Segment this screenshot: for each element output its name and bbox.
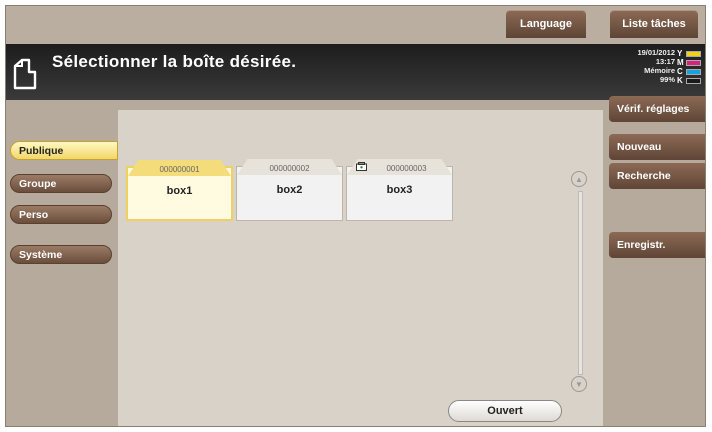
- box-number: 000000002: [269, 164, 310, 173]
- status-date: 19/01/2012: [637, 48, 675, 57]
- new-box-button[interactable]: Nouveau: [609, 134, 705, 160]
- toner-letter: K: [677, 76, 683, 85]
- language-button[interactable]: Language: [506, 10, 586, 38]
- status-memory-value: 99%: [659, 75, 675, 84]
- box-name: box1: [166, 185, 193, 197]
- toner-letter: Y: [677, 49, 683, 58]
- toner-bar-cyan: [686, 68, 701, 75]
- search-button[interactable]: Recherche: [609, 163, 705, 189]
- status-memory-label: Mémoire: [644, 66, 675, 75]
- toner-row-m: M: [677, 58, 701, 67]
- device-screen: Language Liste tâches Sélectionner la bo…: [5, 5, 706, 427]
- box-item-3[interactable]: 000000003 box3: [346, 159, 453, 221]
- box-number: 000000003: [386, 164, 427, 173]
- box-name: box3: [386, 184, 413, 196]
- box-item-2[interactable]: 000000002 box2: [236, 159, 343, 221]
- tab-perso[interactable]: Perso: [10, 205, 112, 224]
- box-list-panel: [118, 110, 603, 426]
- toner-row-y: Y: [677, 49, 701, 58]
- verify-settings-button[interactable]: Vérif. réglages: [609, 96, 705, 122]
- toner-levels: Y M C K: [677, 49, 701, 85]
- toner-row-c: C: [677, 67, 701, 76]
- toner-row-k: K: [677, 76, 701, 85]
- status-time: 13:17: [655, 57, 675, 66]
- scroll-track[interactable]: [578, 191, 583, 375]
- status-info: 19/01/2012 13:17 Mémoire 99%: [637, 48, 675, 84]
- scroll-up-icon[interactable]: ▲: [571, 171, 587, 187]
- toner-bar-yellow: [686, 50, 701, 57]
- box-name: box2: [276, 184, 303, 196]
- scroll-down-icon[interactable]: ▼: [571, 376, 587, 392]
- open-button[interactable]: Ouvert: [448, 400, 562, 422]
- box-number: 000000001: [159, 165, 200, 174]
- toner-letter: C: [677, 67, 683, 76]
- document-icon: [13, 58, 37, 90]
- box-item-1[interactable]: 000000001 box1: [126, 160, 233, 221]
- toner-bar-black: [686, 77, 701, 84]
- header-bar: Sélectionner la boîte désirée. 19/01/201…: [6, 44, 705, 100]
- register-button[interactable]: Enregistr.: [609, 232, 705, 258]
- top-bar: Language Liste tâches: [6, 6, 705, 44]
- scrollbar[interactable]: ▲ ▼: [571, 171, 591, 393]
- toner-bar-magenta: [686, 59, 701, 66]
- tab-publique[interactable]: Publique: [10, 141, 118, 160]
- tab-groupe[interactable]: Groupe: [10, 174, 112, 193]
- toner-letter: M: [677, 58, 684, 67]
- job-list-button[interactable]: Liste tâches: [610, 10, 698, 38]
- page-title: Sélectionner la boîte désirée.: [52, 52, 297, 71]
- tab-systeme[interactable]: Système: [10, 245, 112, 264]
